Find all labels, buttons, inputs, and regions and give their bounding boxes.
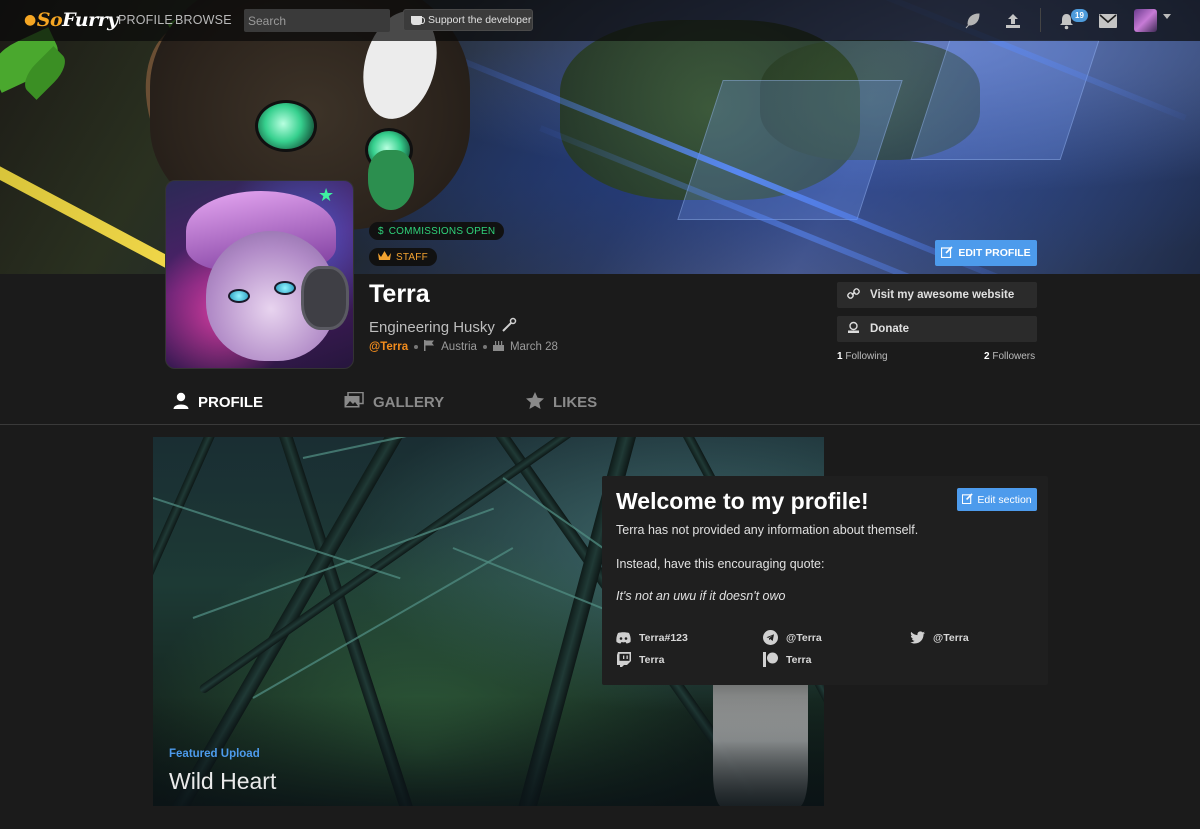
website-label: Visit my awesome website [870,289,1015,301]
navbar: ● SoFurry PROFILE BROWSE Support the dev… [0,0,1200,41]
logo-prefix: So [36,9,63,31]
website-button[interactable]: Visit my awesome website [837,282,1037,308]
images-icon [344,391,364,412]
featured-label: Featured Upload [169,748,260,760]
edit-icon [962,492,974,507]
staff-badge: STAFF [369,248,437,266]
edit-icon [941,245,953,261]
profile-location: Austria [441,341,477,353]
mail-icon[interactable] [1098,11,1118,31]
wrench-icon [501,317,517,337]
profile-meta: @Terra Austria March 28 [369,340,558,354]
cake-icon [492,340,504,354]
staff-label: STAFF [396,251,428,263]
discord-handle: Terra#123 [639,631,688,644]
twitch-icon [616,652,631,667]
social-twitch[interactable]: Terra [616,652,665,667]
followers-label: Followers [992,351,1036,362]
logo-suffix: Furry [62,9,118,31]
flag-icon [424,340,435,354]
support-label: Support the developer [428,14,532,26]
social-telegram[interactable]: @Terra [763,630,822,645]
telegram-icon [763,630,778,645]
profile-handle[interactable]: @Terra [369,341,408,353]
edit-profile-button[interactable]: EDIT PROFILE [935,240,1037,266]
twitter-icon [910,630,925,645]
feather-icon[interactable] [962,11,982,31]
tab-profile-label: PROFILE [198,394,264,411]
commissions-label: COMMISSIONS OPEN [388,225,496,237]
telegram-handle: @Terra [786,631,822,644]
followers-number: 2 [984,351,990,362]
welcome-quote: It's not an uwu if it doesn't owo [616,589,786,603]
profile-title: Engineering Husky [369,317,517,337]
featured-title: Wild Heart [169,768,277,794]
tab-likes-label: LIKES [553,394,598,411]
edit-profile-label: EDIT PROFILE [958,247,1031,259]
followers-count[interactable]: 2 Followers [984,351,1035,362]
tabs-divider [0,424,1200,425]
social-twitter[interactable]: @Terra [910,630,969,645]
edit-section-label: Edit section [977,493,1032,506]
following-label: Following [845,351,888,362]
twitter-handle: @Terra [933,631,969,644]
star-icon [526,392,544,413]
link-icon [847,287,860,303]
donate-label: Donate [870,323,909,335]
profile-name: Terra [369,280,430,308]
user-icon [173,392,189,413]
nav-divider [1040,8,1041,32]
star-icon: ★ [318,185,335,205]
welcome-card: Welcome to my profile! Edit section Terr… [602,476,1048,685]
support-developer-button[interactable]: Support the developer [403,9,533,31]
welcome-title: Welcome to my profile! [616,488,869,514]
tab-profile[interactable]: PROFILE [173,392,263,413]
donate-button[interactable]: Donate [837,316,1037,342]
coffee-icon [411,15,425,25]
following-number: 1 [837,351,843,362]
nav-link-browse[interactable]: BROWSE [175,13,232,27]
social-discord[interactable]: Terra#123 [616,630,688,645]
discord-icon [616,630,631,645]
social-patreon[interactable]: Terra [763,652,812,667]
crown-icon [378,250,391,264]
notification-badge: 19 [1071,9,1088,22]
user-avatar-menu[interactable] [1134,9,1157,32]
search-input[interactable] [244,9,390,32]
profile-avatar: ★ [165,180,354,369]
welcome-line-1: Terra has not provided any information a… [616,523,919,537]
profile-birthday: March 28 [509,341,558,353]
patreon-icon [763,652,778,667]
tab-gallery-label: GALLERY [373,393,445,411]
edit-section-button[interactable]: Edit section [957,488,1037,511]
nav-link-profile[interactable]: PROFILE [118,13,173,27]
site-logo[interactable]: ● So Furry [24,8,118,32]
twitch-handle: Terra [639,653,665,666]
following-count[interactable]: 1 Following [837,351,888,362]
welcome-line-2: Instead, have this encouraging quote: [616,557,825,571]
paw-icon: ● [24,12,36,28]
profile-title-text: Engineering Husky [369,318,495,336]
upload-icon[interactable] [1003,11,1023,31]
tab-likes[interactable]: LIKES [526,392,597,413]
patreon-handle: Terra [786,653,812,666]
donate-icon [847,321,860,337]
tab-gallery[interactable]: GALLERY [344,391,445,412]
chevron-down-icon[interactable] [1163,14,1171,19]
dollar-icon: $ [378,225,384,237]
commissions-badge: $ COMMISSIONS OPEN [369,222,505,240]
